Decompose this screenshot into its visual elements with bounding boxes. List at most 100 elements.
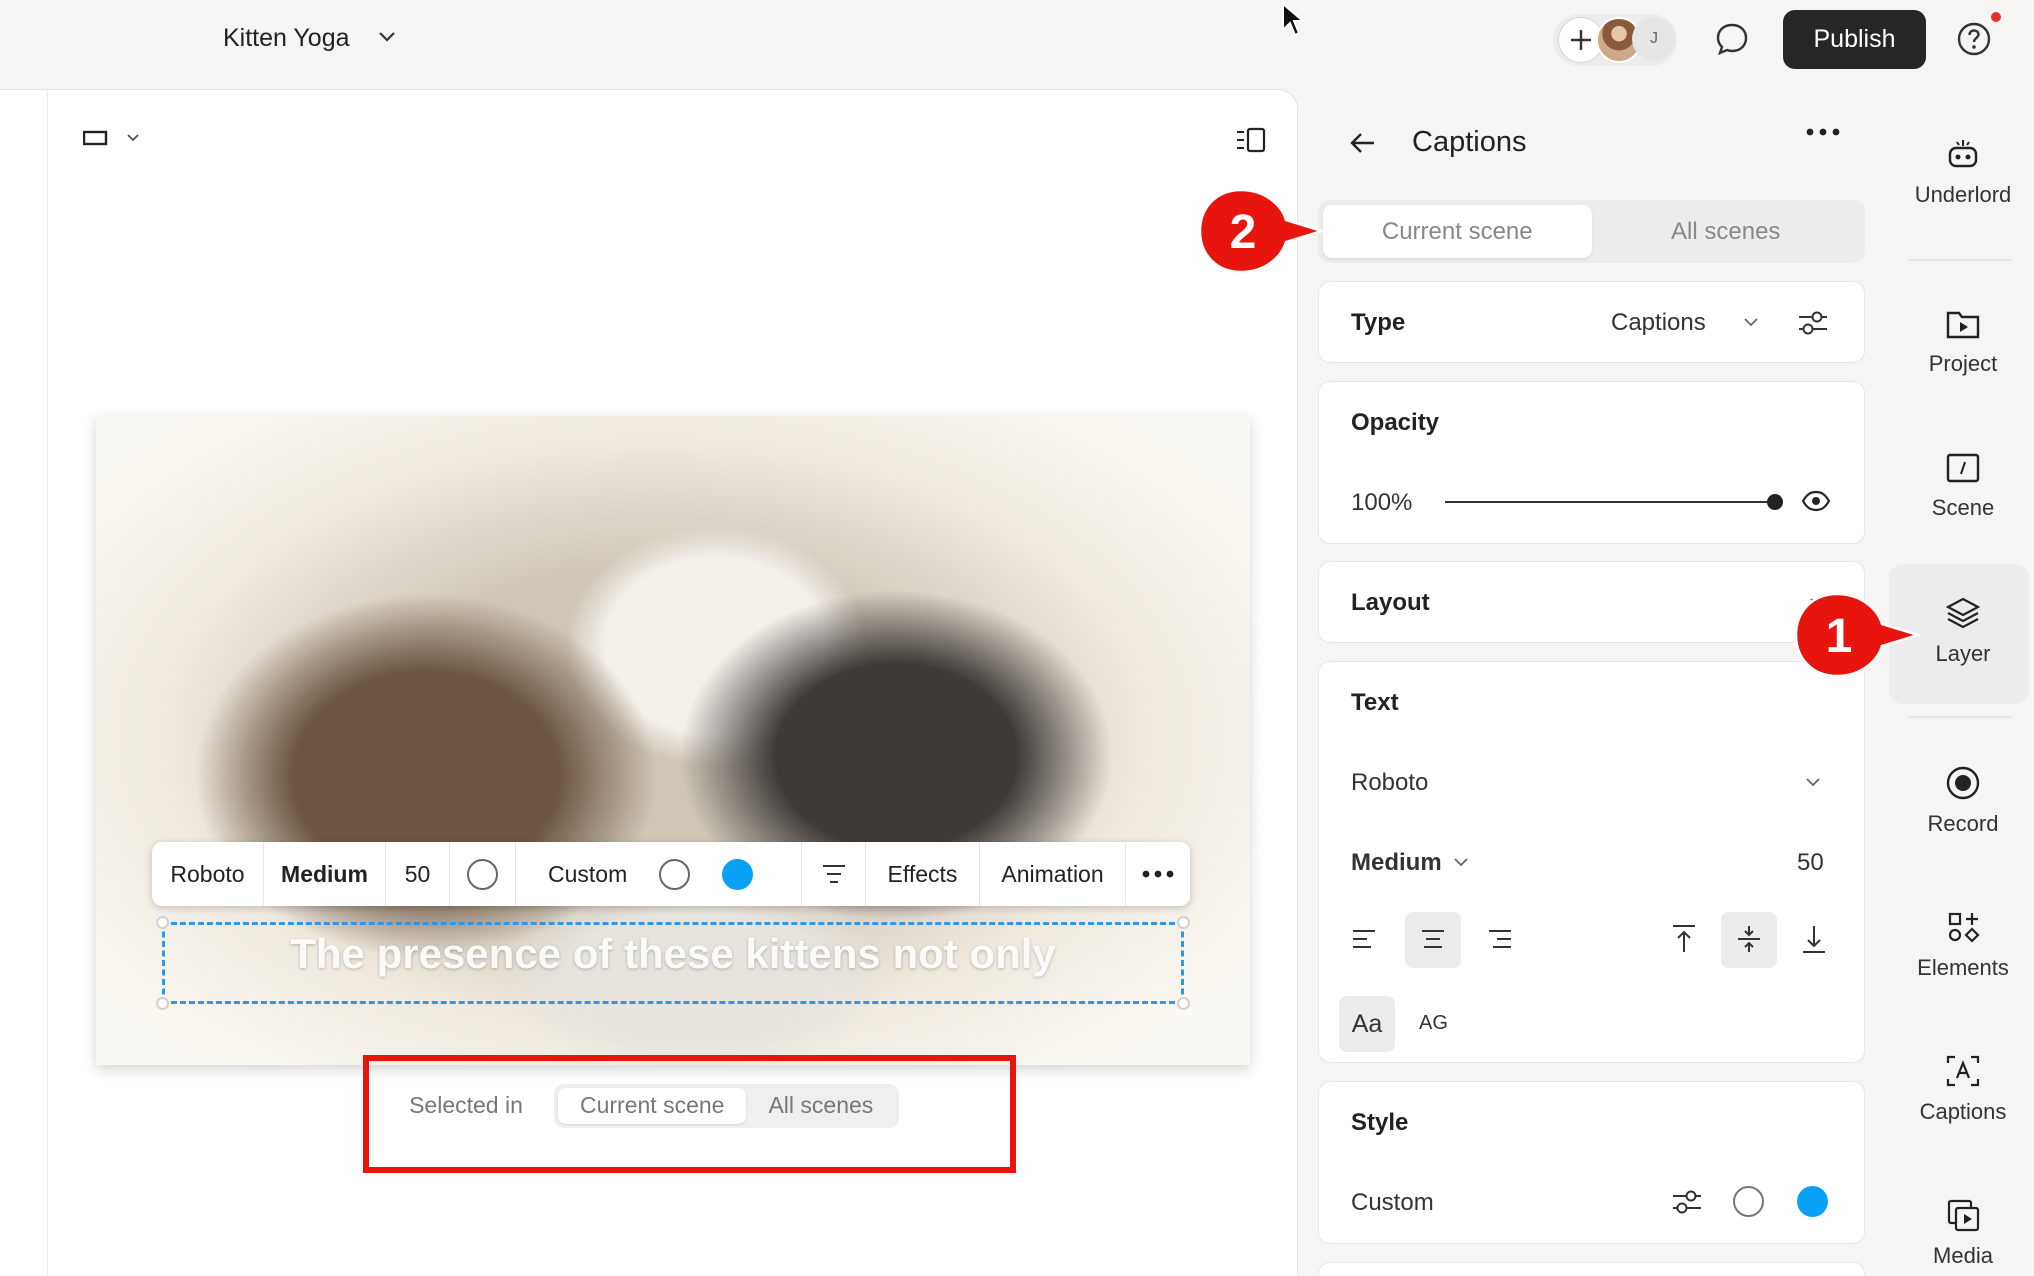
case-sentence-button[interactable]: Aa <box>1339 996 1395 1052</box>
rail-label: Elements <box>1917 955 2009 980</box>
style-value[interactable]: Custom <box>1351 1189 1434 1217</box>
rail-item-media[interactable]: Media <box>1892 1197 2034 1269</box>
comment-icon[interactable] <box>1713 20 1751 58</box>
chevron-down-icon[interactable] <box>1743 316 1759 328</box>
align-right-icon[interactable] <box>1487 928 1513 950</box>
color-swatch-blue <box>722 858 754 890</box>
toolbar-effects-button[interactable]: Effects <box>866 842 980 906</box>
rail-label: Layer <box>1935 641 1991 666</box>
chevron-down-icon[interactable] <box>1805 776 1821 788</box>
type-card: Type Captions <box>1318 281 1865 363</box>
highlight-annotation-box <box>363 1055 1016 1173</box>
layers-icon <box>1945 597 1981 629</box>
font-size-value[interactable]: 50 <box>1797 849 1824 877</box>
next-card <box>1318 1262 1865 1276</box>
opacity-card: Opacity 100% <box>1318 381 1865 544</box>
font-dropdown[interactable]: Roboto <box>1351 769 1428 797</box>
sliders-icon[interactable] <box>1671 1187 1703 1217</box>
toolbar-weight[interactable]: Medium <box>264 842 386 906</box>
font-weight-dropdown[interactable]: Medium <box>1351 849 1442 877</box>
toolbar-size[interactable]: 50 <box>386 842 450 906</box>
mouse-cursor-icon <box>1281 2 1305 38</box>
resize-handle[interactable] <box>156 997 169 1010</box>
rail-item-project[interactable]: Project <box>1892 307 2034 377</box>
type-dropdown[interactable]: Captions <box>1611 309 1706 337</box>
style-card: Style Custom <box>1318 1081 1865 1244</box>
rail-label: Media <box>1933 1243 1993 1268</box>
text-label: Text <box>1351 689 1399 716</box>
rail-divider <box>1908 259 2012 261</box>
eye-icon[interactable] <box>1801 488 1831 514</box>
rail-divider <box>1908 716 2012 718</box>
sliders-icon[interactable] <box>1797 308 1829 338</box>
tab-all-scenes[interactable]: All scenes <box>1592 205 1861 258</box>
media-icon <box>1947 1199 1980 1232</box>
scene-icon <box>1946 453 1980 483</box>
aspect-ratio-icon[interactable] <box>83 130 143 146</box>
toolbar-text-color[interactable] <box>450 842 516 906</box>
case-upper-button[interactable]: AG <box>1419 1012 1448 1035</box>
rail-item-underlord[interactable]: Underlord <box>1892 136 2034 208</box>
rail-item-captions[interactable]: Captions <box>1892 1053 2034 1125</box>
scope-tabs: Current scene All scenes <box>1318 200 1865 263</box>
opacity-label: Opacity <box>1351 409 1440 436</box>
valign-bottom-icon[interactable] <box>1801 924 1827 954</box>
tab-current-scene[interactable]: Current scene <box>1323 205 1592 258</box>
rail-item-elements[interactable]: Elements <box>1892 909 2034 981</box>
publish-button[interactable]: Publish <box>1783 10 1926 69</box>
type-label: Type <box>1351 309 1406 336</box>
layout-card[interactable]: Layout <box>1318 561 1865 643</box>
layout-label: Layout <box>1351 589 1430 616</box>
canvas-divider <box>47 89 48 1276</box>
toolbar-style-label: Custom <box>548 860 628 887</box>
color-swatch-white <box>659 858 691 890</box>
panel-toggle-icon[interactable] <box>1235 126 1267 154</box>
avatar-initial[interactable]: J <box>1632 17 1676 61</box>
align-center-icon[interactable] <box>1420 928 1446 950</box>
callout-number-1: 1 <box>1825 609 1853 663</box>
panel-title: Captions <box>1412 126 1527 158</box>
callout-number-2: 2 <box>1229 205 1257 259</box>
robot-icon <box>1948 140 1978 168</box>
rail-label: Project <box>1928 351 1998 376</box>
resize-handle[interactable] <box>1177 997 1190 1010</box>
valign-middle-icon[interactable] <box>1736 924 1762 954</box>
color-swatch-blue[interactable] <box>1797 1186 1828 1217</box>
rail-label: Underlord <box>1914 182 2012 207</box>
chevron-down-icon[interactable] <box>1453 856 1469 868</box>
toolbar-animation-button[interactable]: Animation <box>980 842 1126 906</box>
chevron-down-icon[interactable] <box>377 30 397 44</box>
panel-more-icon[interactable] <box>1806 128 1840 136</box>
folder-play-icon <box>1946 311 1980 339</box>
align-center-icon[interactable] <box>802 842 866 906</box>
plus-icon <box>1571 30 1591 50</box>
text-card: Text Roboto Medium 50 Aa AG <box>1318 661 1865 1063</box>
color-swatch-white[interactable] <box>1733 1186 1764 1217</box>
align-left-icon[interactable] <box>1351 928 1377 950</box>
rail-item-record[interactable]: Record <box>1892 765 2034 837</box>
notification-dot <box>1991 12 2001 22</box>
rail-label: Scene <box>1931 495 1995 520</box>
color-swatch-white <box>467 858 498 890</box>
project-title[interactable]: Kitten Yoga <box>223 24 350 53</box>
more-options-icon[interactable] <box>1126 842 1190 906</box>
caption-toolbar: Roboto Medium 50 Custom Effects Animatio… <box>152 842 1190 906</box>
style-label: Style <box>1351 1109 1409 1136</box>
valign-top-icon[interactable] <box>1671 924 1697 954</box>
help-icon[interactable] <box>1955 20 1993 58</box>
captions-icon <box>1946 1055 1980 1087</box>
opacity-slider-thumb[interactable] <box>1767 494 1783 510</box>
resize-handle[interactable] <box>1177 916 1190 929</box>
back-arrow-icon[interactable] <box>1348 128 1378 158</box>
opacity-value: 100% <box>1351 489 1413 516</box>
record-icon <box>1946 766 1980 800</box>
elements-icon <box>1948 912 1980 943</box>
caption-text[interactable]: The presence of these kittens not only <box>162 930 1184 978</box>
rail-item-scene[interactable]: Scene <box>1892 451 2034 521</box>
rail-label: Captions <box>1919 1099 2007 1124</box>
opacity-slider-track[interactable] <box>1445 501 1775 503</box>
toolbar-font[interactable]: Roboto <box>152 842 264 906</box>
toolbar-style[interactable]: Custom <box>516 842 802 906</box>
rail-label: Record <box>1927 811 1999 836</box>
resize-handle[interactable] <box>156 916 169 929</box>
